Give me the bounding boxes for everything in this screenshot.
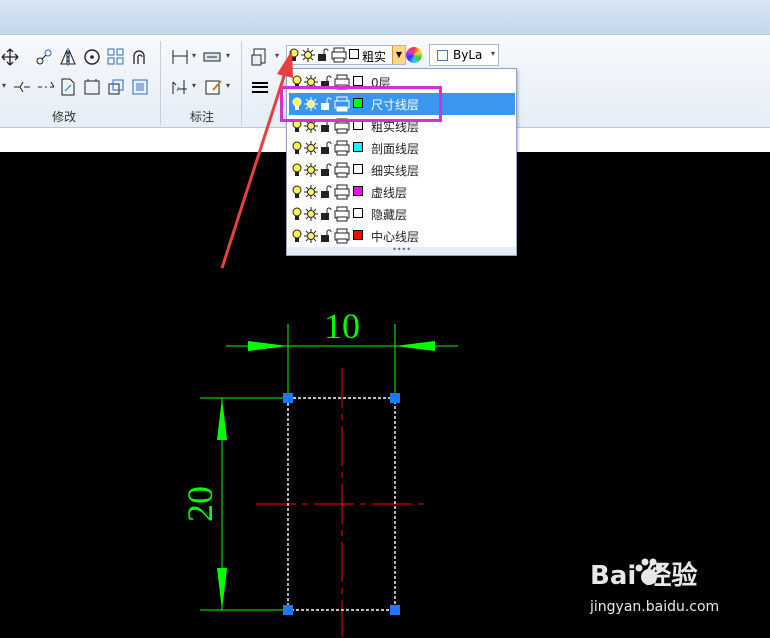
annotation-arrow-head bbox=[277, 50, 293, 78]
annotation-arrow bbox=[220, 69, 288, 269]
watermark-url: jingyan.baidu.com bbox=[590, 599, 720, 615]
annotation-overlay bbox=[220, 50, 293, 269]
paw-icon bbox=[635, 558, 663, 585]
